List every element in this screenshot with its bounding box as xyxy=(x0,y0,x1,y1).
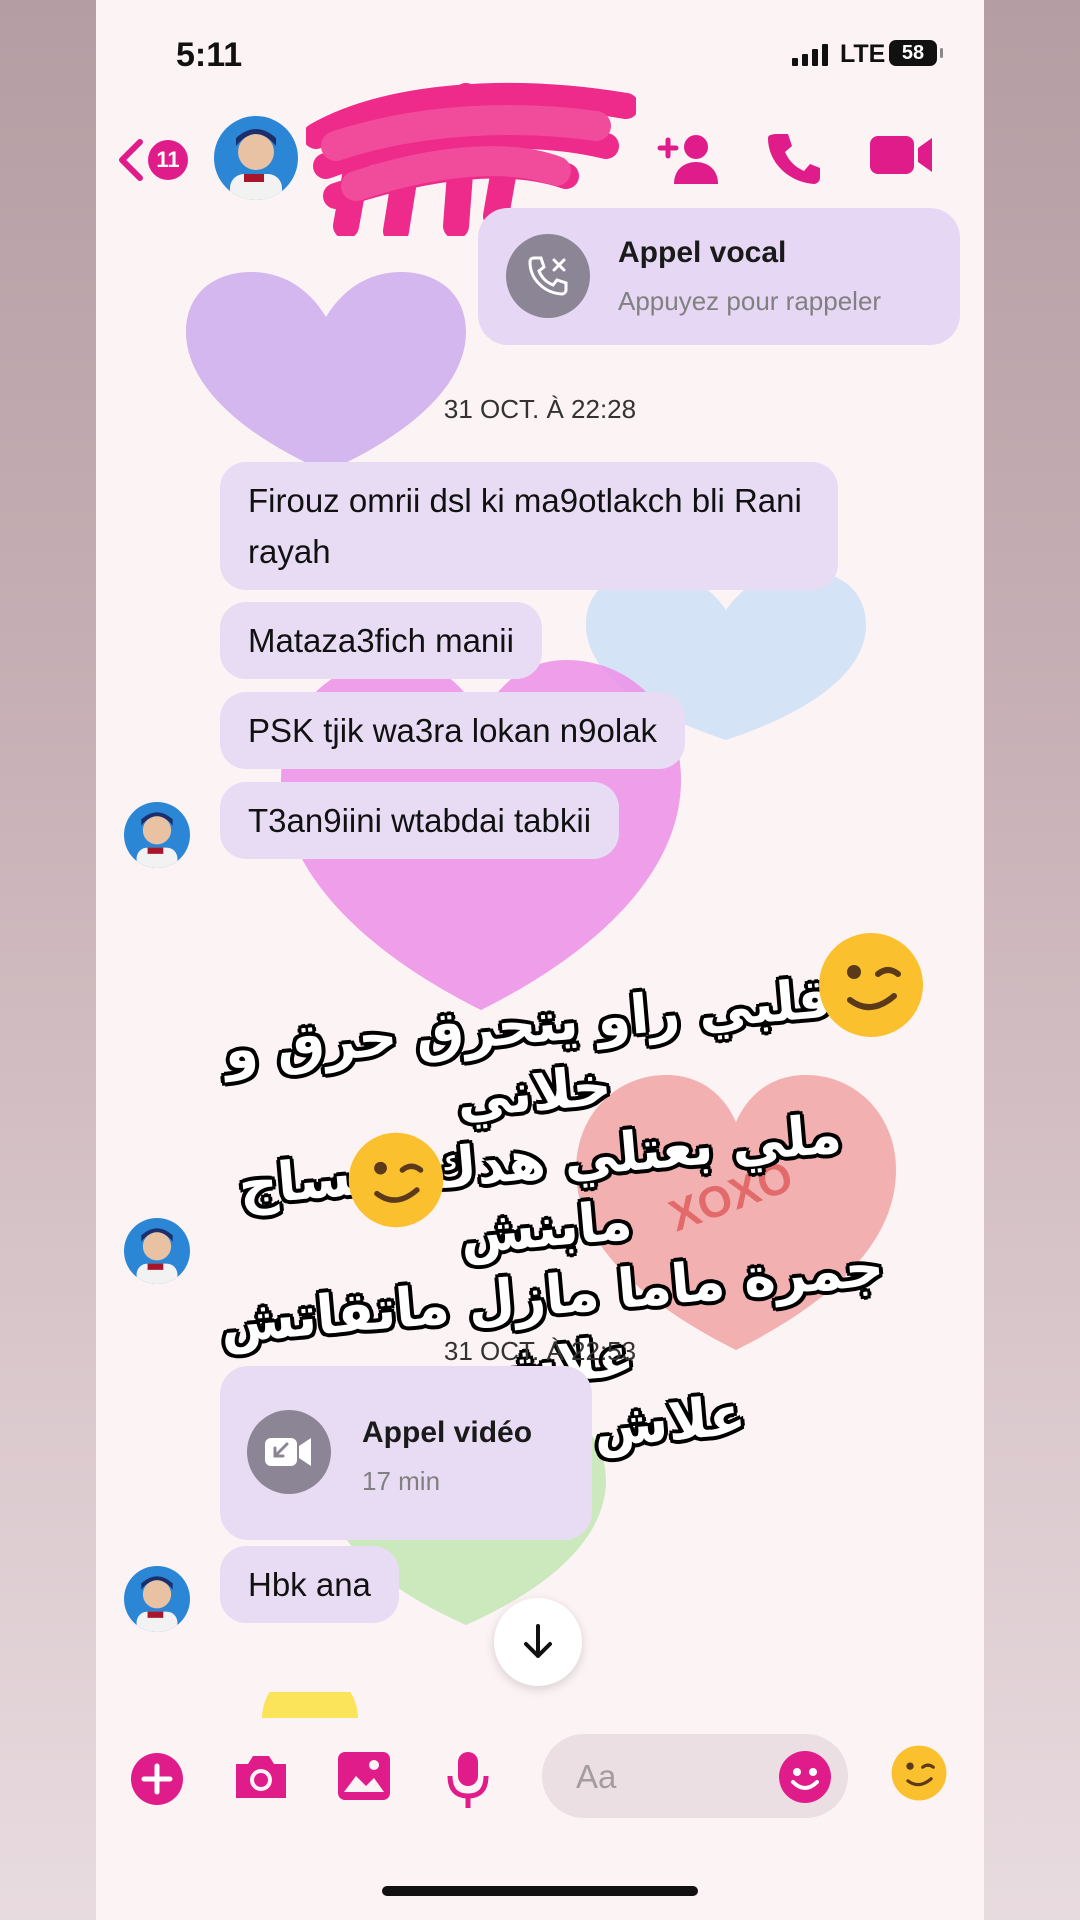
call-title: Appel vocal xyxy=(618,236,787,269)
video-camera-icon[interactable] xyxy=(870,132,934,178)
network-label: LTE xyxy=(840,40,886,68)
composer-bar: Aa xyxy=(96,1730,984,1830)
signal-icon xyxy=(792,42,828,66)
sticker-emoji-partial xyxy=(262,1692,358,1718)
phone-icon[interactable] xyxy=(768,132,822,186)
wink-emoji-icon xyxy=(348,1132,444,1228)
message-bubble[interactable]: PSK tjik wa3ra lokan n9olak xyxy=(220,692,686,769)
sender-avatar xyxy=(124,1566,190,1632)
message-placeholder: Aa xyxy=(576,1758,617,1795)
missed-call-icon xyxy=(506,234,590,318)
microphone-icon[interactable] xyxy=(446,1752,490,1810)
video-call-duration: 17 min xyxy=(362,1466,441,1496)
smiley-icon[interactable] xyxy=(778,1750,832,1804)
message-bubble[interactable]: T3an9iini wtabdai tabkii xyxy=(220,782,620,859)
contact-avatar[interactable] xyxy=(214,116,298,200)
back-button[interactable]: 11 xyxy=(116,130,192,190)
unread-badge: 11 xyxy=(148,140,188,180)
camera-icon[interactable] xyxy=(232,1752,290,1802)
home-indicator[interactable] xyxy=(382,1886,698,1896)
timestamp: 31 OCT. À 22:53 xyxy=(443,1336,637,1366)
scroll-to-bottom-button[interactable] xyxy=(494,1598,582,1686)
battery-icon: 58 xyxy=(889,40,943,66)
sender-avatar xyxy=(124,802,190,868)
missed-voice-call[interactable]: Appel vocal Appuyez pour rappeler xyxy=(478,208,960,345)
message-bubble[interactable]: Firouz omrii dsl ki ma9otlakch bli Rani … xyxy=(220,462,838,590)
arrow-down-icon xyxy=(524,1624,552,1658)
add-person-icon[interactable] xyxy=(656,132,720,186)
clock: 5:11 xyxy=(176,36,243,74)
call-subtitle: Appuyez pour rappeler xyxy=(618,286,882,316)
timestamp: 31 OCT. À 22:28 xyxy=(443,394,637,424)
back-chevron-icon xyxy=(119,139,143,181)
video-call-icon xyxy=(247,1410,331,1494)
chat-header: 11 xyxy=(96,83,984,236)
gallery-icon[interactable] xyxy=(338,1752,390,1800)
plus-icon[interactable] xyxy=(130,1752,184,1806)
message-bubble[interactable]: Hbk ana xyxy=(220,1546,399,1623)
message-input[interactable]: Aa xyxy=(542,1734,848,1818)
overlay-last-word: علاش xyxy=(590,1383,749,1460)
heart-sticker-purple xyxy=(186,272,466,472)
wink-emoji-icon[interactable] xyxy=(890,1744,948,1802)
message-bubble[interactable]: Mataza3fich manii xyxy=(220,602,542,679)
video-call-card[interactable]: Appel vidéo 17 min xyxy=(220,1366,592,1540)
wink-emoji-icon xyxy=(819,933,923,1037)
video-call-title: Appel vidéo xyxy=(362,1416,533,1449)
messenger-screen: XOXO 5:11 LTE 58 11 Appel vocal Appuyez … xyxy=(96,0,984,1920)
